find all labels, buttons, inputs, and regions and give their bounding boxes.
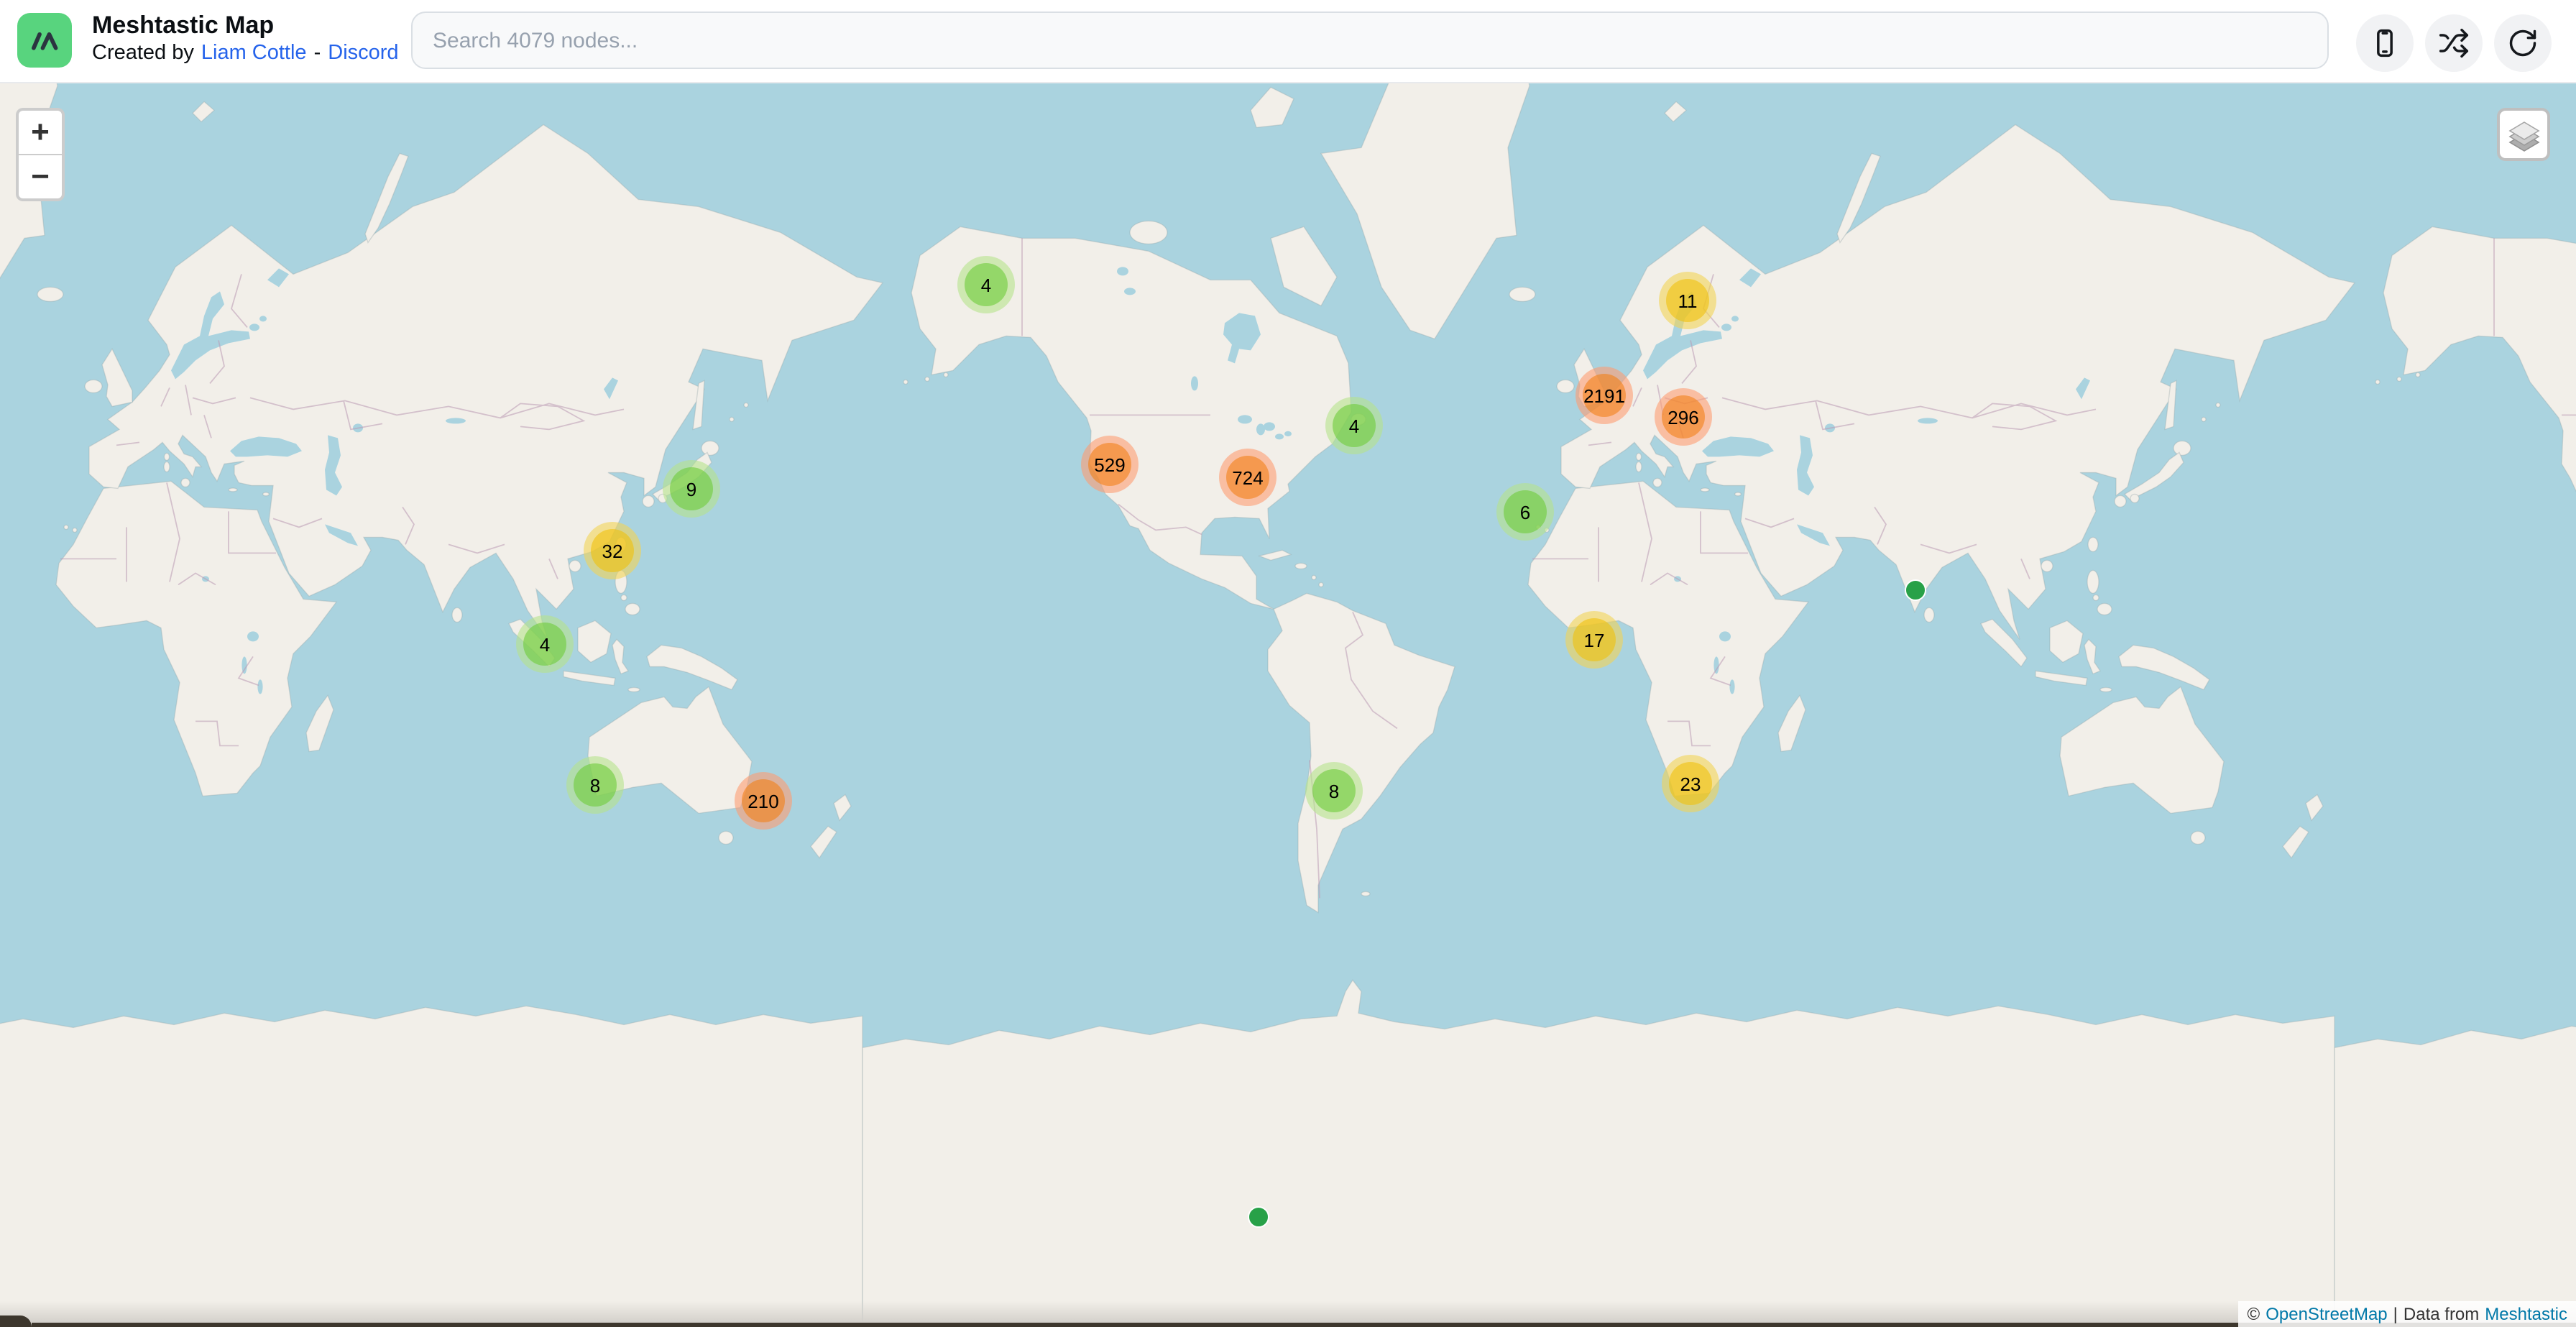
map-canvas[interactable] (0, 82, 2576, 1327)
cluster-marker[interactable]: 17 (1565, 611, 1623, 669)
search-input[interactable] (411, 12, 2329, 69)
copyright-symbol: © (2248, 1304, 2260, 1324)
discord-link[interactable]: Discord (328, 40, 398, 68)
byline-separator: - (314, 40, 321, 68)
title-block: Meshtastic Map Created by Liam Cottle - … (92, 10, 399, 68)
shuffle-button[interactable] (2425, 14, 2483, 72)
cluster-marker[interactable]: 6 (1496, 483, 1554, 541)
meshtastic-link[interactable]: Meshtastic (2485, 1304, 2567, 1324)
cluster-marker[interactable]: 23 (1662, 755, 1719, 812)
refresh-icon (2507, 27, 2539, 59)
map-tile-fade (0, 1301, 2576, 1323)
zoom-out-button[interactable]: − (19, 155, 62, 198)
cluster-count: 6 (1504, 490, 1547, 533)
cluster-count: 4 (1333, 404, 1376, 447)
cluster-marker[interactable]: 4 (957, 256, 1015, 313)
cluster-marker[interactable]: 4 (1325, 397, 1383, 454)
cluster-marker[interactable]: 2191 (1576, 367, 1633, 424)
cluster-marker[interactable]: 296 (1655, 388, 1712, 446)
cluster-count: 2191 (1583, 374, 1626, 417)
app-window: 4 11 2191 296 9 32 529 724 4 6 4 17 8 210 8 23 + − © Op… (0, 0, 2576, 1327)
cluster-marker[interactable]: 9 (663, 460, 720, 518)
world-map (0, 82, 2576, 1327)
cluster-marker[interactable]: 4 (516, 615, 574, 673)
attribution-separator: | (2393, 1304, 2398, 1324)
meshtastic-logo (17, 13, 72, 68)
page-title: Meshtastic Map (92, 10, 399, 40)
cluster-count: 4 (523, 623, 566, 666)
byline-prefix: Created by (92, 40, 194, 68)
layers-icon (2505, 116, 2542, 153)
cluster-count: 4 (965, 263, 1008, 306)
zoom-control: + − (16, 108, 65, 201)
shuffle-icon (2438, 27, 2470, 59)
cluster-count: 296 (1662, 395, 1705, 438)
cluster-marker[interactable]: 8 (566, 756, 624, 814)
map-tile-edge (32, 1322, 2576, 1327)
map-tile-edge-corner (0, 1315, 32, 1327)
refresh-button[interactable] (2494, 14, 2552, 72)
cluster-count: 529 (1088, 443, 1131, 486)
cluster-count: 724 (1226, 456, 1269, 499)
byline: Created by Liam Cottle - Discord (92, 40, 399, 68)
zoom-in-button[interactable]: + (19, 111, 62, 155)
cluster-count: 23 (1669, 762, 1712, 805)
cluster-count: 11 (1666, 279, 1709, 322)
cluster-marker[interactable]: 11 (1659, 272, 1716, 329)
cluster-marker[interactable]: 210 (735, 772, 792, 830)
data-from-text: Data from (2404, 1304, 2479, 1324)
cluster-marker[interactable]: 32 (584, 522, 641, 579)
cluster-marker[interactable]: 8 (1305, 762, 1363, 819)
meshtastic-logo-icon (26, 22, 63, 59)
node-marker[interactable] (1248, 1206, 1269, 1228)
author-link[interactable]: Liam Cottle (201, 40, 307, 68)
cluster-count: 32 (591, 529, 634, 572)
cluster-count: 210 (742, 779, 785, 822)
cluster-count: 8 (574, 763, 617, 807)
cluster-count: 17 (1573, 618, 1616, 661)
openstreetmap-link[interactable]: OpenStreetMap (2266, 1304, 2387, 1324)
mobile-app-icon (2369, 27, 2401, 59)
header: Meshtastic Map Created by Liam Cottle - … (0, 0, 2576, 83)
node-marker[interactable] (1905, 579, 1926, 601)
mobile-app-button[interactable] (2356, 14, 2414, 72)
cluster-count: 8 (1312, 769, 1356, 812)
cluster-marker[interactable]: 529 (1081, 436, 1138, 493)
cluster-marker[interactable]: 724 (1219, 449, 1276, 506)
map-attribution: © OpenStreetMap | Data from Meshtastic (2239, 1301, 2576, 1327)
cluster-count: 9 (670, 467, 713, 510)
layers-control[interactable] (2497, 108, 2550, 161)
